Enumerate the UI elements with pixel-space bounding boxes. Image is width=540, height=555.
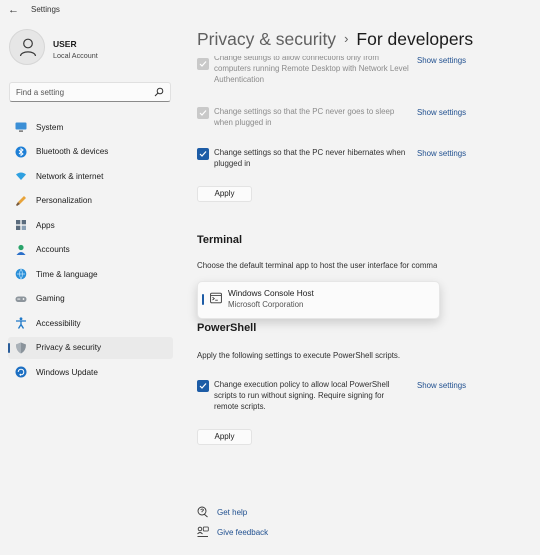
search-field[interactable] [9, 82, 171, 102]
remote-desktop-hibernate-setting: Change settings so that the PC never hib… [197, 147, 487, 171]
sidebar-item-accessibility[interactable]: Accessibility [8, 312, 173, 334]
terminal-dropdown-list[interactable]: Windows Console Host Microsoft Corporati… [197, 281, 440, 319]
give-feedback-link[interactable]: Give feedback [197, 526, 268, 538]
sidebar-item-label: Time & language [36, 269, 98, 279]
globe-clock-icon [15, 268, 27, 280]
sidebar-item-label: System [36, 122, 64, 132]
get-help-label[interactable]: Get help [217, 508, 247, 517]
breadcrumb-separator: › [344, 31, 349, 46]
nla-checkbox [197, 58, 209, 70]
hibernate-checkbox[interactable] [197, 148, 209, 160]
brush-icon [16, 195, 26, 206]
sidebar-item-label: Apps [36, 220, 55, 230]
accounts-icon [16, 244, 26, 255]
bluetooth-icon [15, 146, 27, 157]
user-account-type: Local Account [53, 51, 98, 60]
sidebar-item-time-language[interactable]: Time & language [8, 263, 173, 285]
terminal-description-text: Choose the default terminal app to host … [197, 261, 437, 270]
remote-desktop-nla-setting: Change settings to allow connections onl… [197, 56, 487, 90]
hibernate-show-settings-link[interactable]: Show settings [417, 149, 466, 158]
checkmark-icon [199, 151, 207, 157]
sidebar-item-system[interactable]: System [8, 116, 173, 138]
sleep-show-settings-link[interactable]: Show settings [417, 108, 466, 117]
remote-desktop-sleep-setting: Change settings so that the PC never goe… [197, 106, 487, 130]
sidebar-nav: System Bluetooth & devices Network & int… [8, 116, 173, 386]
dropdown-option-title[interactable]: Windows Console Host [228, 288, 314, 298]
sidebar-item-accounts[interactable]: Accounts [8, 239, 173, 261]
sidebar-item-label: Gaming [36, 294, 65, 303]
sidebar-item-label: Bluetooth & devices [36, 147, 109, 156]
get-help-link[interactable]: Get help [197, 506, 247, 518]
search-icon[interactable] [154, 87, 164, 97]
nla-show-settings-link[interactable]: Show settings [417, 56, 466, 65]
powershell-section-title: PowerShell [197, 322, 257, 334]
accessibility-icon [16, 317, 26, 329]
page-title: For developers [356, 29, 474, 49]
sleep-checkbox [197, 107, 209, 119]
shield-icon [16, 342, 26, 353]
powershell-description: Apply the following settings to execute … [197, 351, 401, 360]
checkmark-icon [199, 61, 207, 67]
selection-indicator [202, 294, 204, 305]
sidebar-item-label: Privacy & security [36, 343, 102, 352]
powershell-apply-button[interactable]: Apply [197, 429, 252, 445]
checkmark-icon [199, 383, 207, 389]
sidebar-item-label: Network & internet [36, 171, 104, 181]
sidebar-item-label: Windows Update [36, 367, 98, 377]
feedback-icon [197, 526, 209, 537]
update-icon [15, 366, 27, 378]
apps-icon [16, 220, 26, 230]
terminal-description: Choose the default terminal app to host … [197, 261, 437, 271]
sidebar-item-bluetooth[interactable]: Bluetooth & devices [8, 141, 173, 163]
sidebar-item-gaming[interactable]: Gaming [8, 288, 173, 310]
execution-policy-text: Change execution policy to allow local P… [214, 380, 390, 411]
gamepad-icon [15, 296, 27, 302]
console-host-icon [210, 292, 222, 304]
sidebar: USER Local Account System Bluetooth & de… [0, 22, 185, 555]
powershell-execution-policy-setting: Change execution policy to allow local P… [197, 379, 487, 415]
sleep-setting-text: Change settings so that the PC never goe… [214, 107, 395, 127]
breadcrumb: Privacy & security › For developers [197, 29, 473, 50]
give-feedback-label[interactable]: Give feedback [217, 528, 268, 537]
sidebar-item-personalization[interactable]: Personalization [8, 190, 173, 212]
wifi-icon [16, 172, 26, 180]
sidebar-item-label: Accounts [36, 245, 70, 254]
window-title: Settings [31, 5, 60, 14]
help-icon [197, 506, 208, 518]
search-input[interactable] [16, 86, 146, 99]
sidebar-item-label: Personalization [36, 196, 92, 205]
sidebar-item-network[interactable]: Network & internet [8, 165, 173, 187]
remote-desktop-apply-button[interactable]: Apply [197, 186, 252, 202]
sidebar-item-windows-update[interactable]: Windows Update [8, 361, 173, 383]
avatar[interactable] [9, 29, 45, 65]
sidebar-item-apps[interactable]: Apps [8, 214, 173, 236]
title-bar: ← Settings [0, 0, 540, 22]
execution-policy-checkbox[interactable] [197, 380, 209, 392]
checkmark-icon [199, 110, 207, 116]
sidebar-item-privacy-security[interactable]: Privacy & security [8, 336, 173, 359]
user-icon [19, 38, 37, 57]
execution-policy-show-settings-link[interactable]: Show settings [417, 381, 466, 390]
back-arrow-icon[interactable]: ← [8, 4, 19, 16]
terminal-section-title: Terminal [197, 234, 243, 246]
nla-setting-text: Change settings to allow connections onl… [214, 56, 409, 84]
hibernate-setting-text: Change settings so that the PC never hib… [214, 148, 406, 168]
dropdown-option-publisher: Microsoft Corporation [228, 300, 304, 309]
user-name: USER [53, 39, 77, 49]
breadcrumb-parent[interactable]: Privacy & security [197, 29, 336, 49]
sidebar-item-label: Accessibility [36, 318, 81, 328]
monitor-icon [15, 122, 27, 132]
